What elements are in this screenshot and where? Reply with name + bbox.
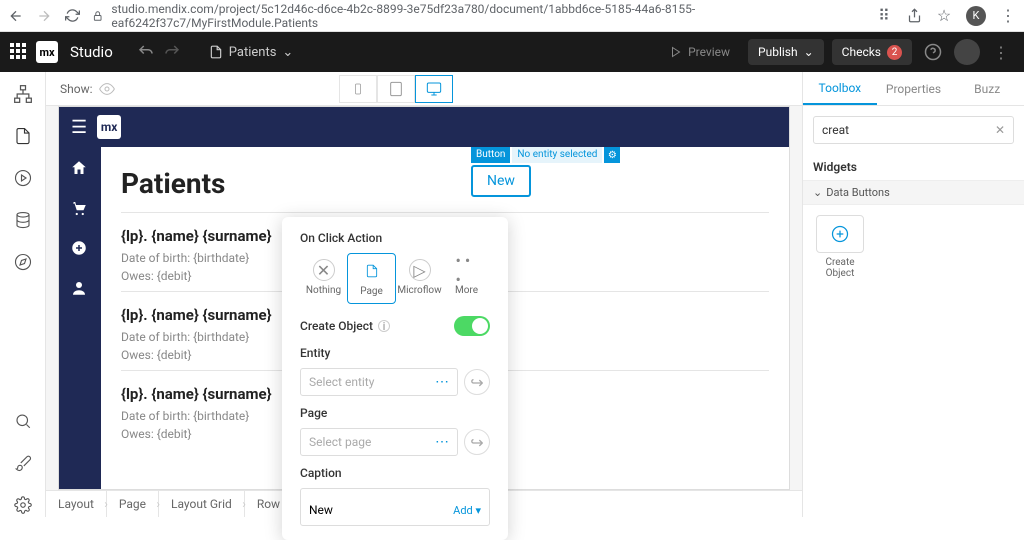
browser-avatar[interactable]: K xyxy=(966,6,986,26)
right-panel: Toolbox Properties Buzz creat ✕ Widgets … xyxy=(802,72,1024,517)
action-page[interactable]: Page xyxy=(347,253,396,304)
action-nothing[interactable]: ✕Nothing xyxy=(300,253,347,304)
reload-icon[interactable] xyxy=(64,8,80,24)
info-icon[interactable]: i xyxy=(378,320,390,332)
entity-goto-icon[interactable]: ↪ xyxy=(464,369,490,395)
show-bar: Show: xyxy=(46,72,802,106)
caption-label: Caption xyxy=(300,466,490,480)
mendix-logo[interactable]: mx xyxy=(36,41,58,63)
toolbox-search-input[interactable]: creat ✕ xyxy=(813,116,1014,144)
ellipsis-icon[interactable]: ⋯ xyxy=(435,374,449,390)
document-name: Patients xyxy=(229,45,277,60)
translate-icon[interactable]: ⠿ xyxy=(876,8,892,24)
selection-gear-icon[interactable]: ⚙ xyxy=(604,147,620,163)
more-icon[interactable]: ⋮ xyxy=(988,39,1014,65)
data-buttons-header[interactable]: ⌄Data Buttons xyxy=(803,181,1024,205)
entity-input[interactable]: Select entity⋯ xyxy=(300,368,458,396)
lock-icon xyxy=(92,10,103,22)
browser-bar: studio.mendix.com/project/5c12d46c-d6ce-… xyxy=(0,0,1024,32)
caption-input[interactable]: New Add ▾ xyxy=(300,488,490,526)
rail-play-icon[interactable] xyxy=(11,166,35,190)
preview-button[interactable]: Preview xyxy=(660,39,740,65)
on-click-label: On Click Action xyxy=(300,231,490,245)
user-avatar[interactable] xyxy=(954,39,980,65)
preview-logo: mx xyxy=(97,115,121,139)
ps-cart-icon[interactable] xyxy=(70,199,90,219)
rail-brush-icon[interactable] xyxy=(11,451,35,475)
create-object-label: Create Object xyxy=(300,319,373,333)
undo-icon[interactable] xyxy=(137,43,155,61)
url-bar[interactable]: studio.mendix.com/project/5c12d46c-d6ce-… xyxy=(92,2,864,30)
eye-icon[interactable] xyxy=(99,81,115,97)
tab-buzz[interactable]: Buzz xyxy=(950,72,1024,105)
canvas-column: Show: ☰ mx Patients xyxy=(46,72,802,517)
action-microflow[interactable]: ▷Microflow xyxy=(396,253,443,304)
forward-icon[interactable] xyxy=(36,8,52,24)
properties-popover: On Click Action ✕Nothing Page ▷Microflow… xyxy=(282,217,508,540)
tab-properties[interactable]: Properties xyxy=(877,72,951,105)
left-rail xyxy=(0,72,46,517)
rail-compass-icon[interactable] xyxy=(11,250,35,274)
checks-button[interactable]: Checks 2 xyxy=(832,39,912,65)
breadcrumb-item[interactable]: Page xyxy=(107,491,159,517)
hamburger-icon[interactable]: ☰ xyxy=(71,117,87,138)
apps-icon[interactable] xyxy=(10,43,28,61)
page-goto-icon[interactable]: ↪ xyxy=(464,429,490,455)
publish-button[interactable]: Publish ⌄ xyxy=(748,39,824,65)
play-icon xyxy=(670,46,682,58)
studio-topbar: mx Studio Patients ⌄ Preview Publish ⌄ C… xyxy=(0,32,1024,72)
preview-header: ☰ mx xyxy=(59,107,789,147)
clear-icon[interactable]: ✕ xyxy=(995,123,1005,137)
breadcrumb-item[interactable]: Layout Grid xyxy=(159,491,245,517)
share-icon[interactable] xyxy=(906,8,922,24)
caption-add-button[interactable]: Add ▾ xyxy=(453,504,481,517)
page-title: Patients xyxy=(121,167,769,200)
star-icon[interactable]: ☆ xyxy=(936,8,952,24)
device-desktop-icon[interactable] xyxy=(415,75,453,103)
checks-badge: 2 xyxy=(887,45,902,60)
rail-sitemap-icon[interactable] xyxy=(11,82,35,106)
plus-circle-icon xyxy=(816,215,864,253)
ps-user-icon[interactable] xyxy=(70,279,90,299)
tab-toolbox[interactable]: Toolbox xyxy=(803,72,877,105)
selection-tag-entity[interactable]: No entity selected xyxy=(512,147,602,163)
new-button[interactable]: New xyxy=(471,165,531,197)
create-object-toggle[interactable] xyxy=(454,316,490,336)
breadcrumb-item[interactable]: Layout xyxy=(46,491,107,517)
rail-page-icon[interactable] xyxy=(11,124,35,148)
device-phone-icon[interactable] xyxy=(339,75,377,103)
page-label: Page xyxy=(300,406,490,420)
chevron-down-icon: ⌄ xyxy=(282,45,293,60)
back-icon[interactable] xyxy=(8,8,24,24)
entity-label: Entity xyxy=(300,346,490,360)
rail-settings-icon[interactable] xyxy=(11,493,35,517)
url-text: studio.mendix.com/project/5c12d46c-d6ce-… xyxy=(111,2,864,30)
ellipsis-icon[interactable]: ⋯ xyxy=(435,434,449,450)
preview-sidebar xyxy=(59,147,101,490)
redo-icon[interactable] xyxy=(163,43,181,61)
widgets-header: Widgets xyxy=(803,154,1024,181)
show-label: Show: xyxy=(60,82,93,96)
help-icon[interactable] xyxy=(920,39,946,65)
chevron-down-icon: ⌄ xyxy=(813,186,822,199)
selected-button-overlay: Button No entity selected ⚙ New xyxy=(471,147,620,197)
selection-tag-button[interactable]: Button xyxy=(471,147,510,163)
chevron-down-icon: ⌄ xyxy=(804,45,814,59)
rail-search-icon[interactable] xyxy=(11,409,35,433)
kebab-icon[interactable]: ⋮ xyxy=(1000,8,1016,24)
page-input[interactable]: Select page⋯ xyxy=(300,428,458,456)
ps-home-icon[interactable] xyxy=(70,159,90,179)
action-more[interactable]: • • •More xyxy=(443,253,490,304)
rail-database-icon[interactable] xyxy=(11,208,35,232)
ps-add-icon[interactable] xyxy=(70,239,90,259)
studio-label: Studio xyxy=(70,43,113,61)
device-tablet-icon[interactable] xyxy=(377,75,415,103)
widget-create-object[interactable]: Create Object xyxy=(803,205,877,289)
page-icon xyxy=(209,45,223,59)
document-chip[interactable]: Patients ⌄ xyxy=(209,45,294,60)
